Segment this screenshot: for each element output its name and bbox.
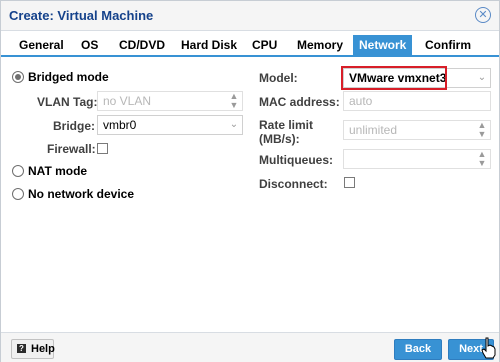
rate-limit-label: Rate limit xyxy=(259,118,314,132)
help-icon: ? xyxy=(17,344,26,353)
vlan-tag-placeholder: no VLAN xyxy=(103,94,152,108)
model-label: Model: xyxy=(259,71,298,85)
spinner-icon[interactable]: ▲ ▼ xyxy=(474,121,490,139)
multiqueues-label: Multiqueues: xyxy=(259,153,333,167)
bridge-value: vmbr0 xyxy=(103,118,137,132)
tab-memory[interactable]: Memory xyxy=(291,35,349,55)
back-button[interactable]: Back xyxy=(394,339,442,360)
firewall-checkbox[interactable] xyxy=(97,143,108,154)
mac-address-label: MAC address: xyxy=(259,95,340,109)
hand-cursor-icon xyxy=(481,337,496,359)
bridge-label: Bridge: xyxy=(53,119,95,133)
mac-address-input[interactable]: auto xyxy=(343,91,491,111)
close-icon[interactable]: ✕ xyxy=(475,7,491,23)
chevron-down-icon[interactable]: ⌄ xyxy=(474,69,490,87)
no-network-radio[interactable] xyxy=(12,188,24,200)
tab-general[interactable]: General xyxy=(13,35,70,55)
create-vm-dialog: Create: Virtual Machine ✕ General OS CD/… xyxy=(0,0,500,362)
bridged-mode-radio[interactable] xyxy=(12,71,24,83)
help-label: Help xyxy=(31,343,55,355)
vlan-tag-label: VLAN Tag: xyxy=(37,95,98,109)
mac-placeholder: auto xyxy=(349,94,373,108)
rate-limit-placeholder: unlimited xyxy=(349,123,398,137)
tab-cpu[interactable]: CPU xyxy=(246,35,283,55)
tab-bar: General OS CD/DVD Hard Disk CPU Memory N… xyxy=(1,32,499,57)
dialog-footer: ? Help Back Next xyxy=(1,332,499,362)
multiqueues-input[interactable]: ▲ ▼ xyxy=(343,149,491,169)
disconnect-label: Disconnect: xyxy=(259,177,328,191)
spinner-icon[interactable]: ▲ ▼ xyxy=(474,150,490,168)
dialog-title: Create: Virtual Machine xyxy=(9,8,154,23)
tab-cd-dvd[interactable]: CD/DVD xyxy=(113,35,171,55)
nat-mode-label: NAT mode xyxy=(28,164,88,178)
disconnect-checkbox[interactable] xyxy=(344,177,355,188)
no-network-label: No network device xyxy=(28,187,135,201)
help-button[interactable]: ? Help xyxy=(11,339,55,359)
model-highlight-box xyxy=(341,66,447,90)
tab-os[interactable]: OS xyxy=(75,35,104,55)
tab-hard-disk[interactable]: Hard Disk xyxy=(175,35,243,55)
title-bar: Create: Virtual Machine ✕ xyxy=(1,1,499,31)
rate-limit-input[interactable]: unlimited ▲ ▼ xyxy=(343,120,491,140)
bridged-mode-label: Bridged mode xyxy=(28,70,109,84)
vlan-tag-input[interactable]: no VLAN ▲ ▼ xyxy=(97,91,243,111)
nat-mode-radio[interactable] xyxy=(12,165,24,177)
bridge-select[interactable]: vmbr0 ⌄ xyxy=(97,115,243,135)
firewall-label: Firewall: xyxy=(47,142,96,156)
tab-network[interactable]: Network xyxy=(353,35,413,55)
spinner-icon[interactable]: ▲ ▼ xyxy=(226,92,242,110)
chevron-down-icon[interactable]: ⌄ xyxy=(226,116,242,134)
tab-confirm[interactable]: Confirm xyxy=(419,35,477,55)
rate-limit-unit-label: (MB/s): xyxy=(259,132,300,146)
